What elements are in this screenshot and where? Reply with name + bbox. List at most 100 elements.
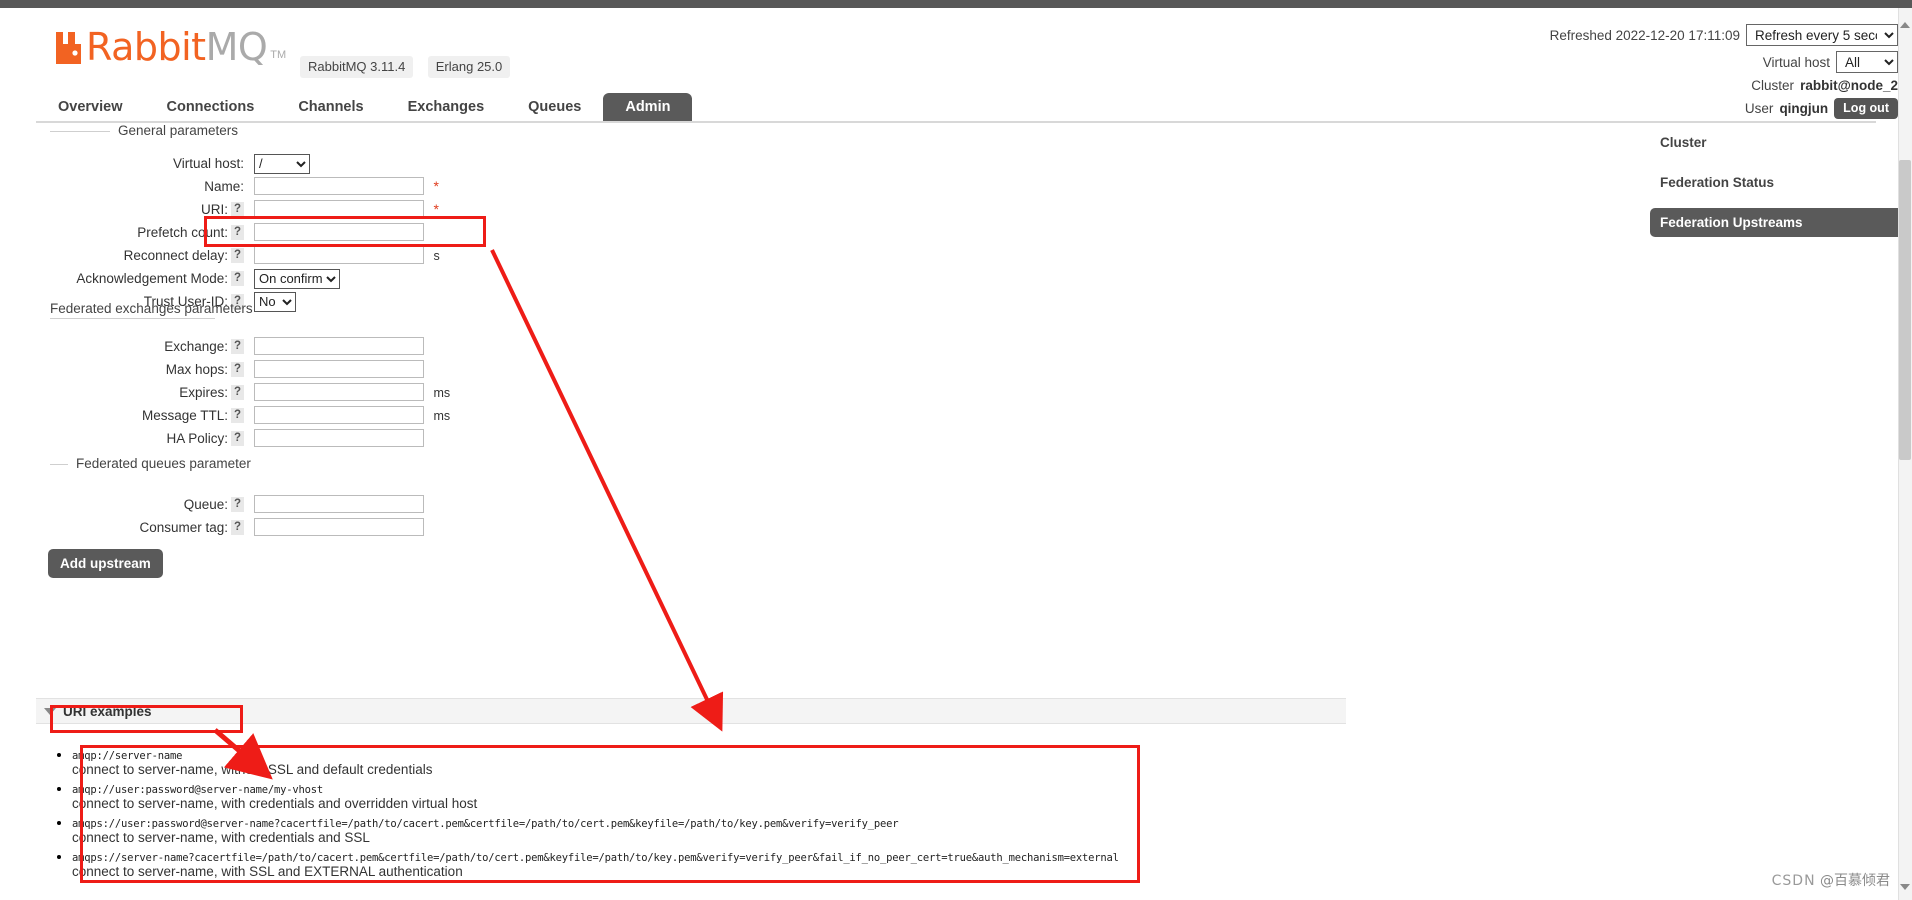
expires-help-icon[interactable]: ? [231,385,244,401]
vhost-select[interactable]: All [1836,51,1898,73]
tab-admin[interactable]: Admin [603,93,693,122]
chevron-down-icon [44,707,56,715]
badge-erlang-version: Erlang 25.0 [427,56,511,78]
ha-policy-help-icon[interactable]: ? [231,431,244,447]
rabbit-logo-icon [54,30,84,64]
federated-exchanges-section: Federated exchanges parameters Exchange:… [48,301,450,450]
list-item: amqp://user:password@server-name/my-vhos… [72,780,1346,811]
user-name: qingjun [1779,101,1829,116]
tab-connections[interactable]: Connections [145,93,277,122]
sidebar-item-federation-upstreams[interactable]: Federation Upstreams [1650,208,1912,237]
arrow-to-uri-examples [490,249,724,732]
reconnect-delay-input[interactable] [254,246,424,265]
federated-exchanges-heading: Federated exchanges parameters [48,301,450,319]
logo-trademark: TM [270,49,287,61]
prefetch-count-input[interactable] [254,223,424,242]
ack-mode-help-icon[interactable]: ? [231,271,244,287]
general-parameters-heading: General parameters [48,123,440,138]
scroll-up-icon[interactable] [1900,22,1910,28]
rabbitmq-logo[interactable]: Rabbit MQ TM [54,25,287,69]
browser-chrome-inner [10,0,1894,8]
user-label: User [1744,101,1774,116]
name-input[interactable] [254,177,424,196]
tab-queues[interactable]: Queues [506,93,603,122]
acknowledgement-mode-select[interactable]: On confirm [254,268,340,289]
federated-exchanges-title: Federated exchanges parameters [50,301,253,316]
vhost-label: Virtual host [1762,54,1830,70]
field-row-consumer-tag: Consumer tag:? [48,516,424,539]
message-ttl-help-icon[interactable]: ? [231,408,244,424]
message-ttl-input[interactable] [254,406,424,425]
version-badges: RabbitMQ 3.11.4 Erlang 25.0 [290,56,511,78]
federated-exchanges-form: Exchange:? Max hops:? Expires:? ms Messa… [48,335,450,450]
consumer-tag-help-icon[interactable]: ? [231,520,244,536]
label-prefetch-count: Prefetch count: [137,224,228,240]
label-reconnect-delay: Reconnect delay: [123,247,228,263]
max-hops-input[interactable] [254,360,424,379]
page-scrollbar[interactable] [1898,8,1912,900]
list-item: amqps://server-name?cacertfile=/path/to/… [72,848,1346,879]
uri-example-desc: connect to server-name, with credentials… [72,830,370,845]
field-row-uri: URI:? * [48,198,440,221]
logout-button[interactable]: Log out [1834,98,1898,119]
virtual-host-select[interactable]: / [254,153,310,174]
label-max-hops: Max hops: [165,361,228,377]
queue-input[interactable] [254,495,424,514]
expires-input[interactable] [254,383,424,402]
exchange-input[interactable] [254,337,424,356]
tab-overview[interactable]: Overview [36,93,145,122]
field-row-virtual-host: Virtual host: / [48,152,440,175]
refresh-interval-select[interactable]: Refresh every 5 seconds [1746,24,1898,46]
badge-rabbitmq-version: RabbitMQ 3.11.4 [300,56,414,78]
browser-chrome-bar [0,0,1912,8]
sidebar-item-cluster[interactable]: Cluster [1650,128,1912,157]
field-row-ha-policy: HA Policy:? [48,427,450,450]
reconnect-delay-unit: s [433,248,440,263]
watermark-author: @百慕倾君 [1820,873,1890,889]
label-expires: Expires: [179,384,228,400]
uri-example-code: amqp://user:password@server-name/my-vhos… [72,784,323,796]
tab-exchanges[interactable]: Exchanges [386,93,507,122]
consumer-tag-input[interactable] [254,518,424,537]
ha-policy-input[interactable] [254,429,424,448]
field-row-max-hops: Max hops:? [48,358,450,381]
uri-example-desc: connect to server-name, with credentials… [72,796,478,811]
uri-examples-body: amqp://server-name connect to server-nam… [36,746,1346,879]
uri-example-desc: connect to server-name, with SSL and EXT… [72,864,463,879]
expires-unit: ms [433,385,451,400]
tab-channels[interactable]: Channels [276,93,385,122]
field-row-message-ttl: Message TTL:? ms [48,404,450,427]
uri-required-marker: * [433,200,439,217]
queue-help-icon[interactable]: ? [231,497,244,513]
field-row-prefetch-count: Prefetch count:? [48,221,440,244]
federated-queues-heading: Federated queues parameter [48,456,424,471]
field-row-expires: Expires:? ms [48,381,450,404]
prefetch-count-help-icon[interactable]: ? [231,225,244,241]
reconnect-delay-help-icon[interactable]: ? [231,248,244,264]
uri-example-code: amqp://server-name [72,750,183,762]
label-queue: Queue: [183,496,228,512]
federated-queues-form: Queue:? Consumer tag:? [48,493,424,539]
max-hops-help-icon[interactable]: ? [231,362,244,378]
scrollbar-thumb[interactable] [1899,160,1911,460]
context-sidebar: Cluster Federation Status Federation Ups… [1650,128,1912,248]
exchange-help-icon[interactable]: ? [231,339,244,355]
sidebar-item-federation-status[interactable]: Federation Status [1650,168,1912,197]
add-upstream-button[interactable]: Add upstream [48,549,163,578]
field-row-queue: Queue:? [48,493,424,516]
uri-examples-list: amqp://server-name connect to server-nam… [54,746,1346,879]
uri-examples-title: URI examples [63,703,152,719]
list-item: amqp://server-name connect to server-nam… [72,746,1346,777]
label-uri: URI: [201,201,228,217]
uri-example-code: amqps://user:password@server-name?cacert… [72,818,899,830]
watermark-site: CSDN [1771,873,1816,889]
refreshed-timestamp: Refreshed 2022-12-20 17:11:09 [1549,27,1740,43]
scroll-down-icon[interactable] [1900,884,1910,890]
federated-queues-title: Federated queues parameter [76,456,251,471]
uri-input[interactable] [254,200,424,219]
logo-text-mq: MQ [205,25,268,69]
field-row-reconnect-delay: Reconnect delay:? s [48,244,440,267]
uri-examples-toggle[interactable]: URI examples [36,698,1346,724]
uri-help-icon[interactable]: ? [231,202,244,218]
label-exchange: Exchange: [164,338,228,354]
